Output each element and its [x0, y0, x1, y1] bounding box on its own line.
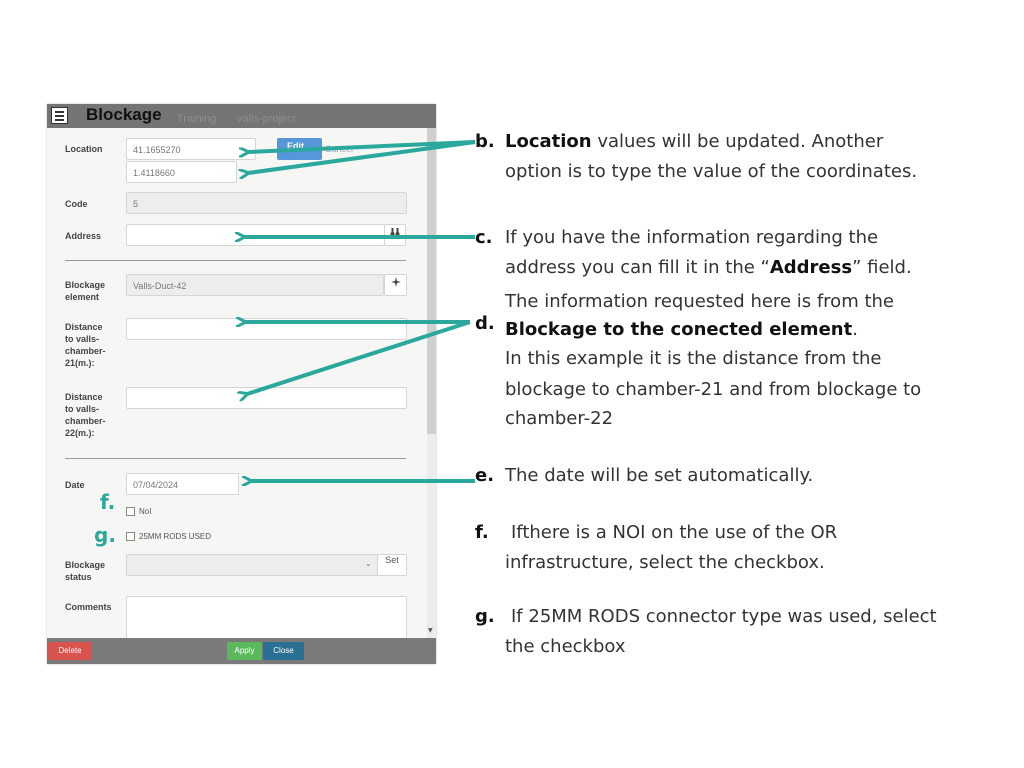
annotation-d-line1: The information requested here is from t…: [505, 291, 894, 312]
annotation-b-letter: b.: [475, 131, 495, 152]
marker-f: f.: [100, 490, 116, 514]
scrollbar[interactable]: ▼: [427, 128, 436, 638]
scrollbar-thumb[interactable]: [427, 128, 436, 434]
set-status-button[interactable]: Set: [377, 554, 407, 576]
noi-checkbox[interactable]: [126, 507, 135, 516]
annotation-g-line1: If 25MM RODS connector type was used, se…: [511, 606, 937, 627]
delete-button[interactable]: Delete: [48, 642, 92, 660]
distance-chamber-21-input[interactable]: [126, 318, 407, 340]
distance1-label-1: Distance: [65, 322, 103, 332]
noi-checkbox-label: NoI: [139, 507, 152, 516]
rods-used-checkbox-label: 25MM RODS USED: [139, 532, 212, 541]
status-label-2: status: [65, 572, 92, 582]
status-label-1: Blockage: [65, 560, 106, 570]
distance2-label-1: Distance: [65, 392, 103, 402]
panel-footer: Delete Apply Close: [47, 638, 436, 664]
ghost-tab-project: valls-project: [237, 113, 296, 125]
annotation-f-line2: infrastructure, select the checkbox.: [505, 552, 825, 573]
annotation-d-line5: chamber-22: [505, 408, 614, 429]
annotation-e-letter: e.: [475, 465, 495, 486]
menu-icon[interactable]: [51, 107, 68, 124]
address-input[interactable]: [126, 224, 385, 246]
annotation-b-text: values will be updated. Another: [591, 131, 884, 152]
blockage-element-label-1: Blockage: [65, 280, 106, 290]
annotation-f-letter: f.: [475, 522, 489, 543]
annotation-d-bold: Blockage to the conected element: [505, 319, 853, 340]
code-label: Code: [65, 199, 88, 209]
panel-titlebar: Blockage Training valls-project: [47, 104, 436, 128]
annotation-g-line2: the checkbox: [505, 636, 626, 657]
annotation-c-bold: Address: [769, 257, 853, 278]
distance1-label-4: 21(m.):: [65, 358, 95, 368]
distance1-label-3: chamber-: [65, 346, 106, 356]
annotation-g-letter: g.: [475, 606, 495, 627]
date-input[interactable]: 07/04/2024: [126, 473, 239, 495]
divider: [65, 458, 406, 459]
distance-chamber-22-input[interactable]: [126, 387, 407, 409]
distance2-label-3: chamber-: [65, 416, 106, 426]
annotation-c-letter: c.: [475, 227, 493, 248]
distance2-label-2: to valls-: [65, 404, 100, 414]
annotation-c-line1: If you have the information regarding th…: [505, 227, 879, 248]
code-field: 5: [126, 192, 407, 214]
blockage-element-field: Valls-Duct-42: [126, 274, 384, 296]
latitude-input[interactable]: 41.1655270: [126, 138, 256, 160]
edit-location-button[interactable]: Edit: [277, 138, 322, 160]
cancel-location-button[interactable]: Cancel: [325, 144, 353, 154]
location-label: Location: [65, 144, 103, 154]
address-label: Address: [65, 231, 102, 241]
blockage-status-select[interactable]: [126, 554, 378, 576]
close-button[interactable]: Close: [263, 642, 304, 660]
crosshair-icon[interactable]: [384, 274, 407, 296]
apply-button[interactable]: Apply: [227, 642, 262, 660]
distance1-label-2: to valls-: [65, 334, 100, 344]
annotation-b-line2: option is to type the value of the coord…: [505, 161, 918, 182]
date-label: Date: [65, 480, 85, 490]
rods-used-checkbox[interactable]: [126, 532, 135, 541]
annotation-c-post: ” field.: [852, 257, 912, 278]
annotation-e-line1: The date will be set automatically.: [505, 465, 814, 486]
ghost-tab-training: Training: [177, 113, 217, 125]
blockage-element-label-2: element: [65, 292, 100, 302]
longitude-input[interactable]: 1.4118660: [126, 161, 237, 183]
marker-g: g.: [94, 523, 116, 547]
blockage-form-panel: Blockage Training valls-project Location…: [47, 104, 436, 664]
divider: [65, 260, 406, 261]
annotation-d-line3: In this example it is the distance from …: [505, 348, 882, 369]
distance2-label-4: 22(m.):: [65, 428, 95, 438]
annotation-d-line4: blockage to chamber-21 and from blockage…: [505, 379, 922, 400]
annotation-b-bold: Location: [505, 131, 592, 152]
annotation-c-pre: address you can fill it in the “: [505, 257, 770, 278]
page-title: Blockage: [86, 105, 162, 124]
chevron-down-icon: ⌄: [365, 559, 372, 568]
binoculars-icon[interactable]: [384, 224, 406, 246]
annotation-f-line1: Ifthere is a NOI on the use of the OR: [511, 522, 838, 543]
scroll-down-icon[interactable]: ▼: [428, 627, 433, 634]
comments-label: Comments: [65, 602, 112, 612]
annotation-d-post: .: [852, 319, 858, 340]
annotation-d-letter: d.: [475, 313, 495, 334]
